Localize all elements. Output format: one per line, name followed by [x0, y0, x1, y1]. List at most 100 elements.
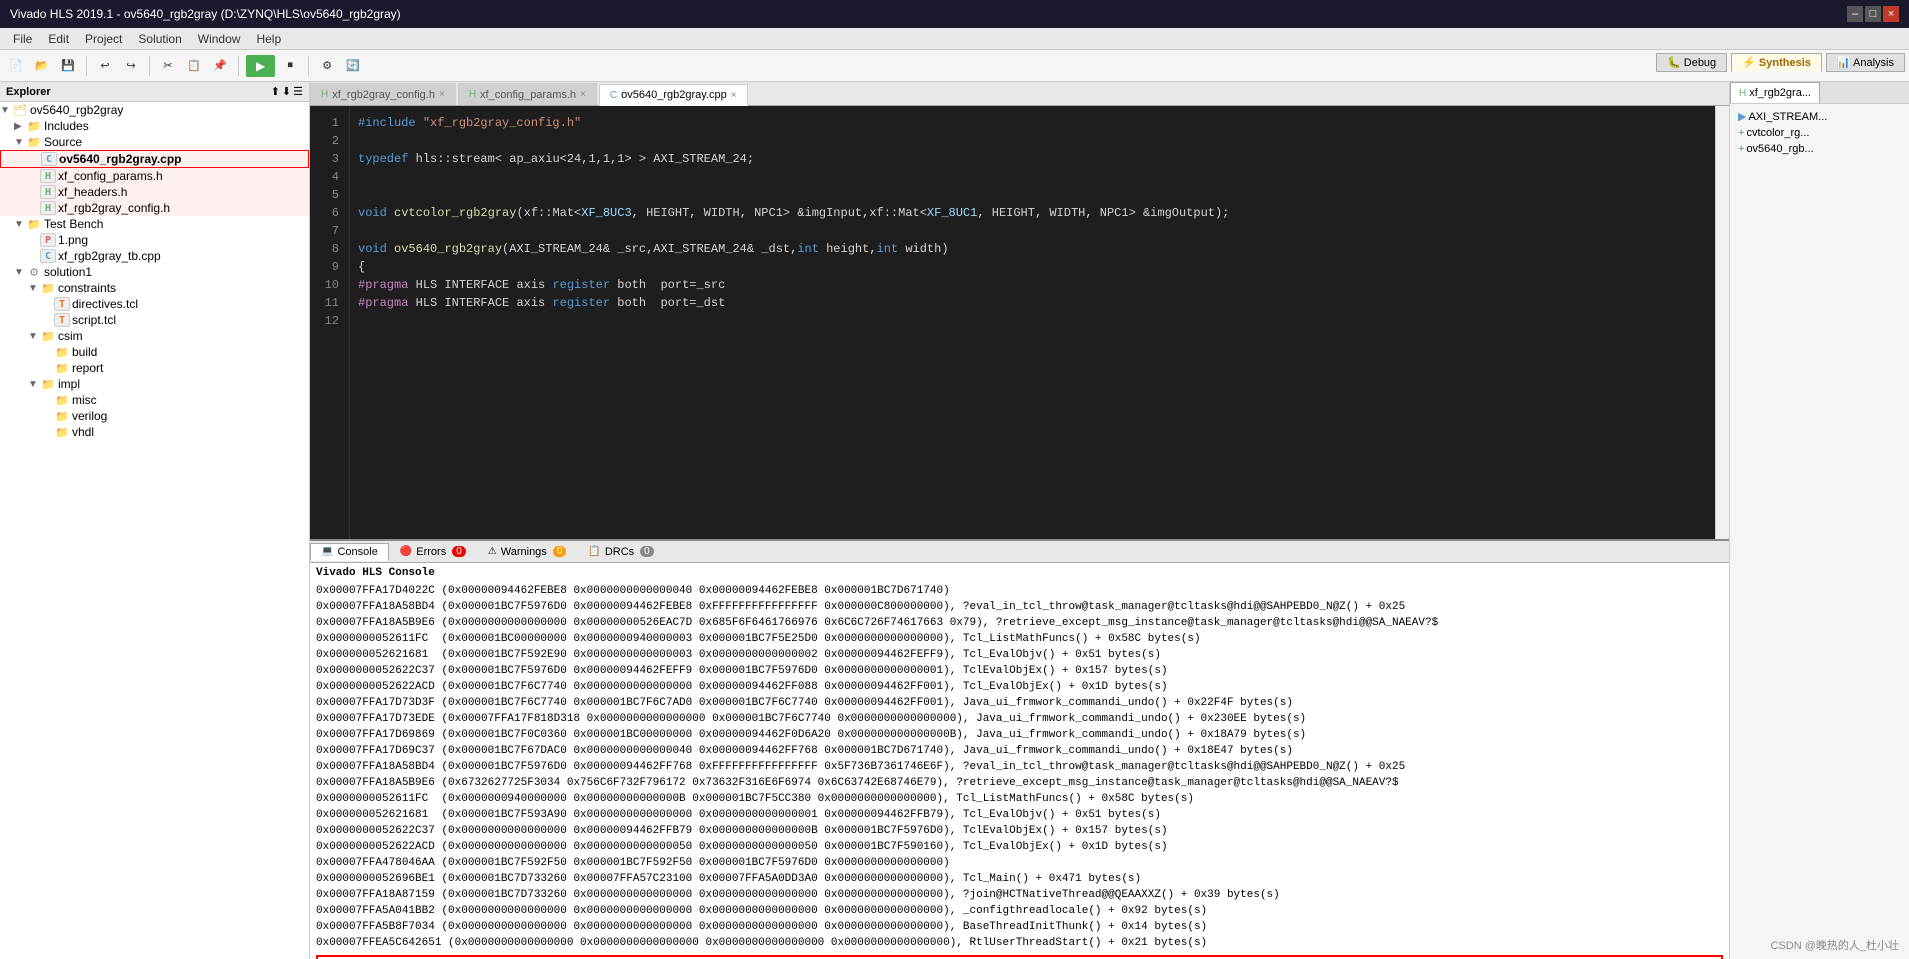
- tab-close-1[interactable]: ×: [439, 89, 445, 100]
- menu-help[interactable]: Help: [248, 30, 289, 48]
- console-line: 0x000000052621681 (0x000001BC7F592E90 0x…: [316, 647, 1723, 663]
- right-panel: H xf_rgb2gra... ▶ AXI_STREAM... + cvtcol…: [1729, 82, 1909, 959]
- tab-analysis[interactable]: 📊 Analysis: [1826, 53, 1905, 72]
- sidebar-item-xf_rgb2gray_tb_cpp[interactable]: Cxf_rgb2gray_tb.cpp: [0, 248, 309, 264]
- sidebar-item-impl[interactable]: ▼📁impl: [0, 376, 309, 392]
- menu-window[interactable]: Window: [190, 30, 249, 48]
- toolbar-cut[interactable]: ✂: [157, 55, 179, 77]
- error-box: Abnormal program termination (EXCEPTION_…: [316, 955, 1723, 959]
- sidebar-item-verilog[interactable]: 📁verilog: [0, 408, 309, 424]
- console-line: 0x00007FFA18A58BD4 (0x000001BC7F5976D0 0…: [316, 759, 1723, 775]
- tree-label-1_png: 1.png: [58, 233, 88, 247]
- sidebar-item-constraints[interactable]: ▼📁constraints: [0, 280, 309, 296]
- toolbar-stop[interactable]: ⏹: [279, 55, 301, 77]
- sidebar-item-script_tcl[interactable]: Tscript.tcl: [0, 312, 309, 328]
- tree-icon-solution1: ⚙: [26, 265, 42, 279]
- code-line-3: typedef hls::stream< ap_axiu<24,1,1,1> >…: [358, 150, 1707, 168]
- console-content[interactable]: Vivado HLS Console 0x00007FFA17D4022C (0…: [310, 563, 1729, 959]
- tree-icon-build: 📁: [54, 345, 70, 359]
- menu-edit[interactable]: Edit: [40, 30, 77, 48]
- tab-debug[interactable]: 🐛 Debug: [1656, 53, 1727, 72]
- sidebar-item-solution1[interactable]: ▼⚙solution1: [0, 264, 309, 280]
- sidebar-item-directives_tcl[interactable]: Tdirectives.tcl: [0, 296, 309, 312]
- tree-label-includes: Includes: [44, 119, 89, 133]
- tab-close-3[interactable]: ×: [731, 90, 737, 101]
- sidebar-item-source[interactable]: ▼📁Source: [0, 134, 309, 150]
- tree-icon-ov5640_rgb2gray_cpp: C: [41, 152, 57, 166]
- sidebar-collapse[interactable]: ⬆: [271, 85, 280, 98]
- tab-errors[interactable]: 🔴 Errors 0: [389, 543, 477, 561]
- menu-file[interactable]: File: [5, 30, 40, 48]
- menu-project[interactable]: Project: [77, 30, 130, 48]
- app-title: Vivado HLS 2019.1 - ov5640_rgb2gray (D:\…: [10, 7, 401, 21]
- toolbar-open[interactable]: 📂: [31, 55, 53, 77]
- tree-icon-csim: 📁: [40, 329, 56, 343]
- menu-solution[interactable]: Solution: [130, 30, 189, 48]
- tree-arrow-csim: ▼: [28, 331, 40, 342]
- tree-label-directives_tcl: directives.tcl: [72, 297, 138, 311]
- tab-drcs[interactable]: 📋 DRCs 0: [577, 543, 664, 561]
- close-button[interactable]: ×: [1883, 6, 1899, 22]
- code-editor: 1 2 3 4 5 6 7 8 9 10 11 12 #include "xf_…: [310, 106, 1729, 539]
- tree-icon-report: 📁: [54, 361, 70, 375]
- right-content: ▶ AXI_STREAM... + cvtcolor_rg... + ov564…: [1730, 104, 1909, 959]
- editor-scrollbar[interactable]: [1715, 106, 1729, 539]
- tree-arrow-constraints: ▼: [28, 283, 40, 294]
- tree-label-misc: misc: [72, 393, 97, 407]
- right-tab-bar: H xf_rgb2gra...: [1730, 82, 1909, 104]
- tree-arrow-ov5640_rgb2gray: ▼: [0, 105, 12, 116]
- tab-ov5640-rgb2gray-cpp[interactable]: C ov5640_rgb2gray.cpp ×: [599, 84, 748, 106]
- toolbar-save[interactable]: 💾: [57, 55, 79, 77]
- sidebar-item-xf_config_params_h[interactable]: Hxf_config_params.h: [0, 168, 309, 184]
- tab-xf-config-params-h[interactable]: H xf_config_params.h ×: [458, 83, 597, 105]
- toolbar-new[interactable]: 📄: [5, 55, 27, 77]
- code-content[interactable]: #include "xf_rgb2gray_config.h" typedef …: [350, 106, 1715, 539]
- toolbar-paste[interactable]: 📌: [209, 55, 231, 77]
- sidebar-item-xf_rgb2gray_config_h[interactable]: Hxf_rgb2gray_config.h: [0, 200, 309, 216]
- console-line: 0x000000052621681 (0x000001BC7F593A90 0x…: [316, 807, 1723, 823]
- tree-icon-includes: 📁: [26, 119, 42, 133]
- toolbar-redo[interactable]: ↪: [120, 55, 142, 77]
- tab-close-2[interactable]: ×: [580, 89, 586, 100]
- tree-label-xf_rgb2gray_tb_cpp: xf_rgb2gray_tb.cpp: [58, 249, 161, 263]
- maximize-button[interactable]: □: [1865, 6, 1881, 22]
- tree-label-build: build: [72, 345, 97, 359]
- right-tree-axistream[interactable]: ▶ AXI_STREAM...: [1734, 108, 1905, 125]
- run-button[interactable]: ▶: [246, 55, 275, 77]
- tree-label-report: report: [72, 361, 103, 375]
- toolbar-settings[interactable]: ⚙: [316, 55, 338, 77]
- code-line-6: void cvtcolor_rgb2gray(xf::Mat<XF_8UC3, …: [358, 204, 1707, 222]
- sidebar-header: Explorer ⬆ ⬇ ☰: [0, 82, 309, 102]
- tab-xf-rgb2gray-config-h[interactable]: H xf_rgb2gray_config.h ×: [310, 83, 456, 105]
- window-controls[interactable]: – □ ×: [1847, 6, 1899, 22]
- right-tree-ov5640[interactable]: + ov5640_rgb...: [1734, 141, 1905, 157]
- toolbar: 📄 📂 💾 ↩ ↪ ✂ 📋 📌 ▶ ⏹ ⚙ 🔄: [0, 50, 1909, 82]
- tab-console[interactable]: 💻 Console: [310, 543, 389, 561]
- tree-icon-constraints: 📁: [40, 281, 56, 295]
- tab-warnings[interactable]: ⚠ Warnings 0: [477, 543, 578, 561]
- toolbar-undo[interactable]: ↩: [94, 55, 116, 77]
- sidebar-item-ov5640_rgb2gray[interactable]: ▼🗂ov5640_rgb2gray: [0, 102, 309, 118]
- sidebar-item-misc[interactable]: 📁misc: [0, 392, 309, 408]
- sidebar-menu[interactable]: ☰: [293, 85, 303, 98]
- errors-icon: 🔴: [400, 546, 412, 557]
- toolbar-refresh[interactable]: 🔄: [342, 55, 364, 77]
- sidebar-item-xf_headers_h[interactable]: Hxf_headers.h: [0, 184, 309, 200]
- tree-label-test_bench: Test Bench: [44, 217, 103, 231]
- sidebar-item-build[interactable]: 📁build: [0, 344, 309, 360]
- tab-synthesis[interactable]: ⚡ Synthesis: [1731, 53, 1822, 72]
- sidebar-item-report[interactable]: 📁report: [0, 360, 309, 376]
- tree-icon-misc: 📁: [54, 393, 70, 407]
- sidebar-expand[interactable]: ⬇: [282, 85, 291, 98]
- sidebar-item-vhdl[interactable]: 📁vhdl: [0, 424, 309, 440]
- sidebar-item-csim[interactable]: ▼📁csim: [0, 328, 309, 344]
- code-line-2: [358, 132, 1707, 150]
- sidebar-item-ov5640_rgb2gray_cpp[interactable]: Cov5640_rgb2gray.cpp: [0, 150, 309, 168]
- sidebar-item-includes[interactable]: ▶📁Includes: [0, 118, 309, 134]
- toolbar-copy[interactable]: 📋: [183, 55, 205, 77]
- sidebar-item-test_bench[interactable]: ▼📁Test Bench: [0, 216, 309, 232]
- minimize-button[interactable]: –: [1847, 6, 1863, 22]
- sidebar-item-1_png[interactable]: P1.png: [0, 232, 309, 248]
- right-tab-1[interactable]: H xf_rgb2gra...: [1730, 82, 1820, 103]
- right-tree-cvtcolor[interactable]: + cvtcolor_rg...: [1734, 125, 1905, 141]
